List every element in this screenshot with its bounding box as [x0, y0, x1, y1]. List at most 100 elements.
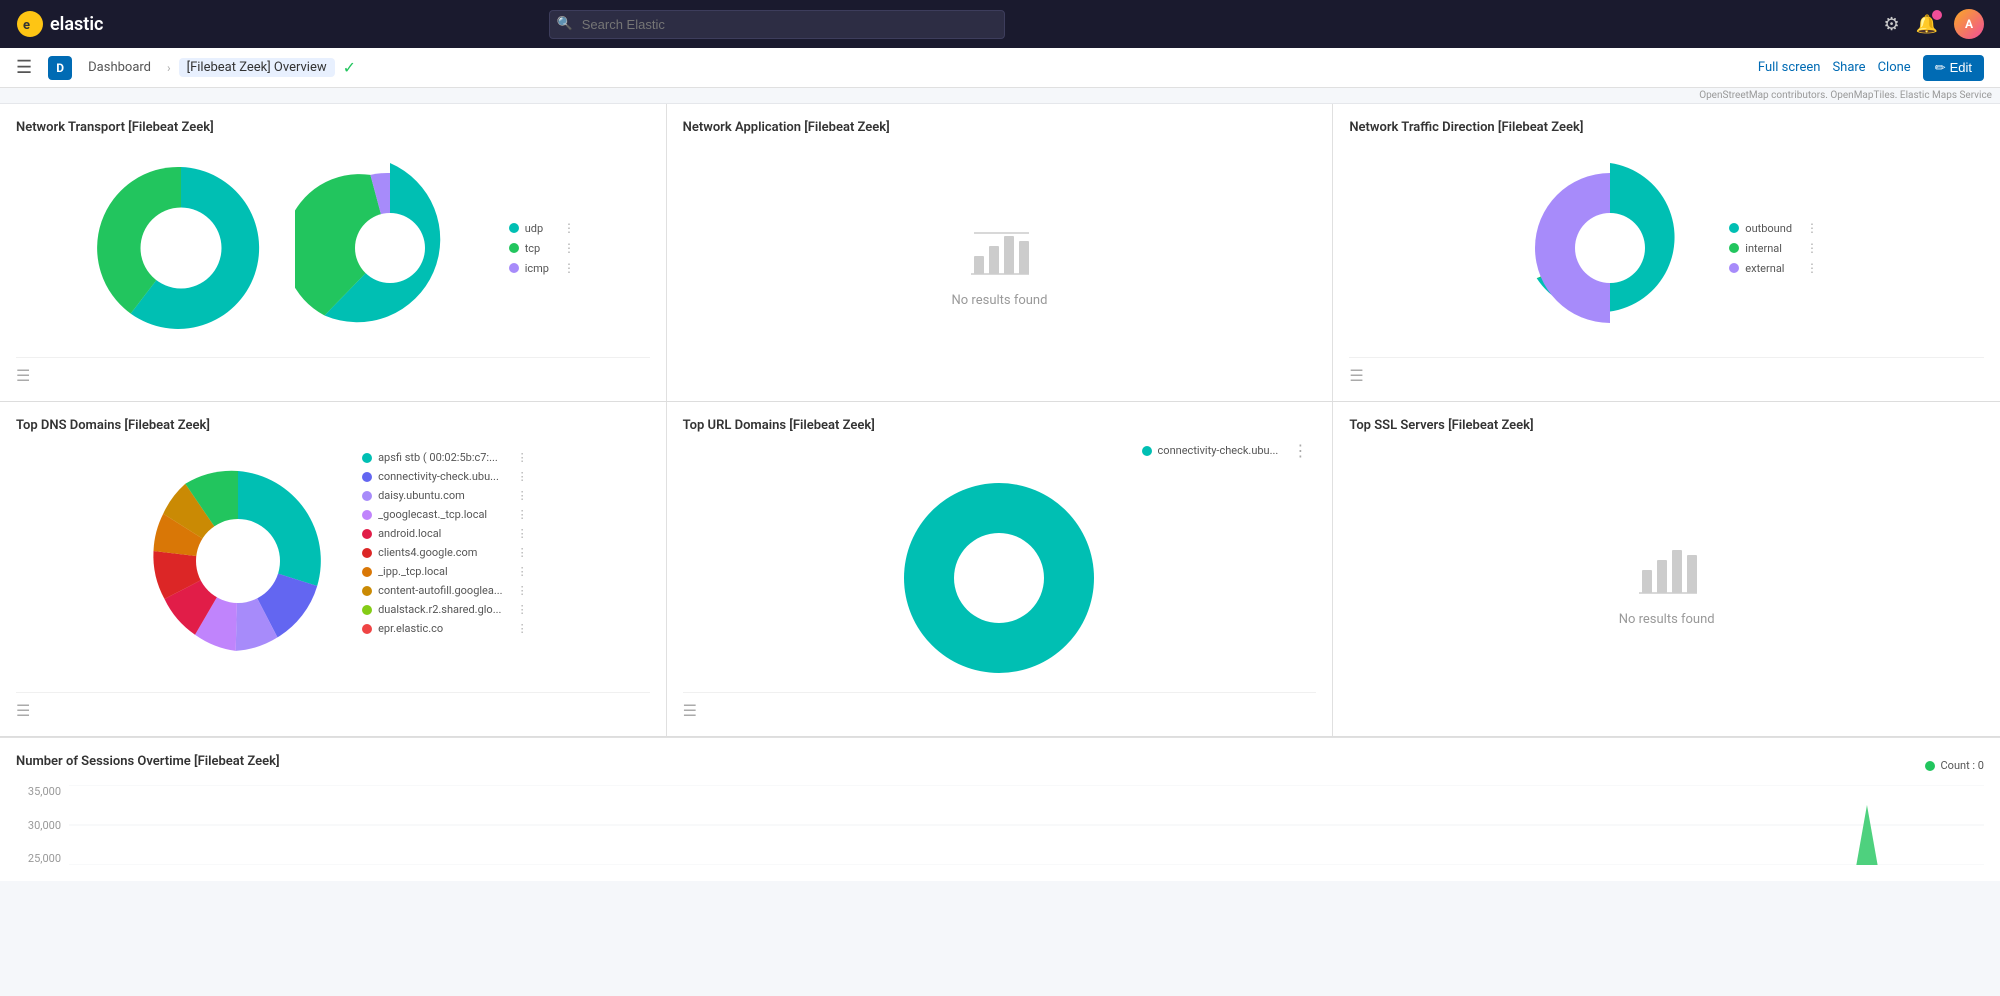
- no-results-chart-icon: [969, 221, 1029, 281]
- dns-2-menu[interactable]: ⋮: [509, 489, 528, 502]
- top-dns-domains-content: apsfi stb ( 00:02:5b:c7:... ⋮ connectivi…: [16, 441, 650, 688]
- search-icon: 🔍: [557, 17, 573, 32]
- dns-domains-pie-svg: [138, 451, 338, 671]
- dns-domains-footer: ☰: [16, 692, 650, 720]
- dns-8-menu[interactable]: ⋮: [509, 603, 528, 616]
- dns-0-menu[interactable]: ⋮: [509, 451, 528, 464]
- dashboard-row-1: Network Transport [Filebeat Zeek]: [0, 104, 2000, 402]
- url-domains-pie-svg: [889, 468, 1109, 688]
- network-transport-title: Network Transport [Filebeat Zeek]: [16, 120, 650, 135]
- y-label-35000: 35,000: [16, 785, 61, 798]
- dns-5-menu[interactable]: ⋮: [509, 546, 528, 559]
- avatar[interactable]: A: [1954, 9, 1984, 39]
- legend-dns-6: _ipp._tcp.local ⋮: [362, 565, 528, 578]
- legend-item-tcp: tcp ⋮: [509, 241, 575, 255]
- dns-9-label: epr.elastic.co: [378, 622, 443, 635]
- url-legend-menu[interactable]: ⋮: [1284, 441, 1308, 460]
- udp-label: udp: [525, 222, 543, 235]
- traffic-direction-footer-icon: ☰: [1349, 366, 1363, 385]
- dns-3-menu[interactable]: ⋮: [509, 508, 528, 521]
- dns-7-dot: [362, 586, 372, 596]
- no-results-application: No results found: [952, 221, 1048, 308]
- dns-1-menu[interactable]: ⋮: [509, 470, 528, 483]
- no-results-application-text: No results found: [952, 293, 1048, 308]
- network-transport-content: udp ⋮ tcp ⋮ icmp ⋮: [16, 143, 650, 353]
- dns-6-menu[interactable]: ⋮: [509, 565, 528, 578]
- breadcrumb-dashboard[interactable]: Dashboard: [80, 58, 159, 77]
- search-bar[interactable]: 🔍: [549, 10, 1005, 39]
- outbound-menu-icon[interactable]: ⋮: [1798, 221, 1818, 235]
- svg-text:e: e: [23, 18, 30, 33]
- dns-9-dot: [362, 624, 372, 634]
- legend-dns-3: _googlecast._tcp.local ⋮: [362, 508, 528, 521]
- network-traffic-direction-content: outbound ⋮ internal ⋮ external ⋮: [1349, 143, 1984, 353]
- udp-menu-icon[interactable]: ⋮: [555, 221, 575, 235]
- dns-1-dot: [362, 472, 372, 482]
- settings-icon[interactable]: ⚙: [1883, 14, 1899, 35]
- breadcrumb-overview[interactable]: [Filebeat Zeek] Overview: [179, 58, 335, 77]
- sessions-chart-svg: [69, 785, 1984, 865]
- legend-item-external: external ⋮: [1729, 261, 1818, 275]
- dns-1-label: connectivity-check.ubu...: [378, 470, 499, 483]
- legend-dns-0: apsfi stb ( 00:02:5b:c7:... ⋮: [362, 451, 528, 464]
- no-results-ssl: No results found: [1619, 535, 1715, 627]
- menu-button[interactable]: ☰: [16, 57, 32, 78]
- outbound-color-dot: [1729, 223, 1739, 233]
- transport-panel-footer: ☰: [16, 357, 650, 385]
- network-transport-panel: Network Transport [Filebeat Zeek]: [0, 104, 667, 401]
- legend-dns-1: connectivity-check.ubu... ⋮: [362, 470, 528, 483]
- fullscreen-link[interactable]: Full screen: [1758, 60, 1821, 75]
- dashboard: Network Transport [Filebeat Zeek]: [0, 104, 2000, 881]
- sessions-legend: Count : 0: [1925, 759, 1984, 772]
- dns-7-menu[interactable]: ⋮: [509, 584, 528, 597]
- edit-button[interactable]: ✏ Edit: [1923, 55, 1984, 81]
- notification-badge: [1932, 10, 1942, 20]
- clone-link[interactable]: Clone: [1878, 60, 1911, 75]
- nav-right: ⚙ 🔔 A: [1883, 9, 1984, 39]
- dns-5-dot: [362, 548, 372, 558]
- traffic-direction-legend: outbound ⋮ internal ⋮ external ⋮: [1729, 221, 1818, 275]
- external-label: external: [1745, 262, 1784, 275]
- no-results-ssl-text: No results found: [1619, 612, 1715, 627]
- dns-4-menu[interactable]: ⋮: [509, 527, 528, 540]
- url-domains-footer: ☰: [683, 692, 1317, 720]
- transport-legend: udp ⋮ tcp ⋮ icmp ⋮: [509, 221, 575, 275]
- tcp-label: tcp: [525, 242, 541, 255]
- dns-2-label: daisy.ubuntu.com: [378, 489, 465, 502]
- external-menu-icon[interactable]: ⋮: [1798, 261, 1818, 275]
- notifications-icon[interactable]: 🔔: [1916, 14, 1938, 35]
- top-ssl-servers-title: Top SSL Servers [Filebeat Zeek]: [1349, 418, 1984, 433]
- breadcrumb-d-icon: D: [48, 56, 72, 80]
- traffic-direction-pie-svg: [1515, 143, 1705, 353]
- url-legend-label: connectivity-check.ubu...: [1158, 444, 1279, 457]
- icmp-menu-icon[interactable]: ⋮: [555, 261, 575, 275]
- top-ssl-servers-panel: Top SSL Servers [Filebeat Zeek] No resul…: [1333, 402, 2000, 736]
- dns-domains-legend: apsfi stb ( 00:02:5b:c7:... ⋮ connectivi…: [362, 451, 528, 635]
- dns-9-menu[interactable]: ⋮: [509, 622, 528, 635]
- share-link[interactable]: Share: [1832, 60, 1865, 75]
- dns-4-label: android.local: [378, 527, 441, 540]
- tcp-menu-icon[interactable]: ⋮: [555, 241, 575, 255]
- legend-dns-4: android.local ⋮: [362, 527, 528, 540]
- legend-dns-7: content-autofill.googlea... ⋮: [362, 584, 528, 597]
- icmp-color-dot: [509, 263, 519, 273]
- url-legend-dot: [1142, 446, 1152, 456]
- search-input[interactable]: [549, 10, 1005, 39]
- dns-0-dot: [362, 453, 372, 463]
- dns-footer-icon: ☰: [16, 701, 30, 720]
- outbound-label: outbound: [1745, 222, 1792, 235]
- internal-menu-icon[interactable]: ⋮: [1798, 241, 1818, 255]
- y-label-25000: 25,000: [16, 852, 61, 865]
- legend-item-outbound: outbound ⋮: [1729, 221, 1818, 235]
- internal-color-dot: [1729, 243, 1739, 253]
- sessions-overtime-title: Number of Sessions Overtime [Filebeat Ze…: [16, 754, 280, 769]
- elastic-logo[interactable]: e elastic: [16, 10, 103, 38]
- udp-color-dot: [509, 223, 519, 233]
- icmp-label: icmp: [525, 262, 549, 275]
- dns-5-label: clients4.google.com: [378, 546, 477, 559]
- internal-label: internal: [1745, 242, 1782, 255]
- no-results-ssl-icon: [1637, 535, 1697, 600]
- breadcrumb-bar: ☰ D Dashboard › [Filebeat Zeek] Overview…: [0, 48, 2000, 88]
- network-traffic-direction-panel: Network Traffic Direction [Filebeat Zeek…: [1333, 104, 2000, 401]
- dns-2-dot: [362, 491, 372, 501]
